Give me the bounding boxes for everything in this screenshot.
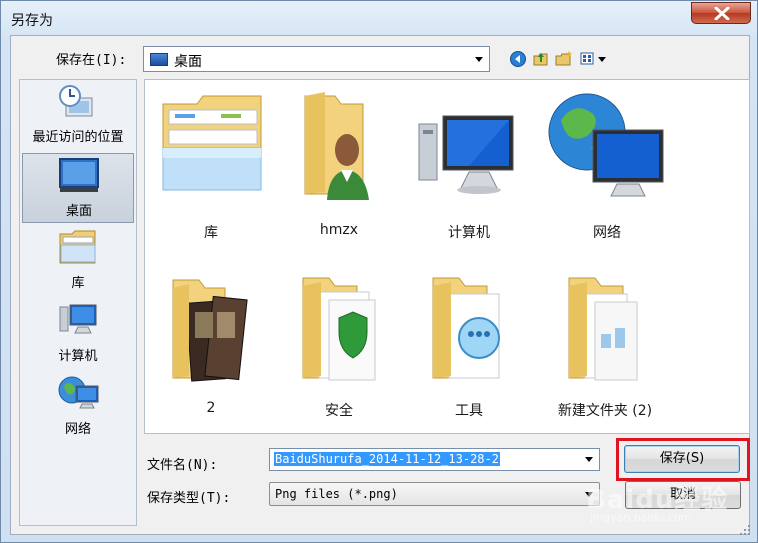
list-item[interactable]: 计算机: [409, 86, 529, 241]
list-item-label: 库: [204, 225, 218, 241]
new-folder-icon[interactable]: [555, 50, 573, 68]
security-folder-icon: [302, 277, 376, 381]
recent-places-icon: [59, 85, 93, 117]
libraries-icon: [59, 230, 96, 264]
tools-folder-icon: [432, 277, 500, 379]
close-button[interactable]: [691, 2, 751, 24]
close-icon: [714, 7, 730, 20]
list-item[interactable]: 库: [151, 86, 271, 241]
file-list: 库 hmzx 计算机 网络 2 安全 工具 新建文件夹 (2): [144, 79, 750, 434]
computer-icon: [418, 115, 514, 194]
sidebar-item-label: 网络: [64, 422, 91, 437]
filetype-value: Png files (*.png): [275, 487, 398, 501]
save-in-dropdown[interactable]: 桌面: [143, 46, 490, 72]
folder-icon: [568, 277, 638, 381]
photo-folder-icon: [172, 279, 248, 382]
network-icon: [548, 93, 664, 197]
computer-icon: [59, 304, 97, 334]
view-menu-icon[interactable]: [579, 50, 609, 68]
save-as-dialog: 另存为 保存在(I): 桌面 最近访问的位置 桌面 库 计算机 网络 库 hmz…: [0, 0, 758, 543]
resize-grip-icon[interactable]: [739, 524, 751, 536]
cancel-button[interactable]: 取消: [625, 481, 741, 509]
list-item-label: 工具: [455, 403, 483, 419]
filename-label: 文件名(N):: [147, 458, 218, 473]
list-item[interactable]: hmzx: [279, 86, 399, 238]
network-icon: [58, 376, 99, 409]
chevron-down-icon[interactable]: [475, 57, 483, 62]
list-item-label: 网络: [593, 225, 621, 241]
sidebar-item-recent[interactable]: 最近访问的位置: [22, 82, 134, 152]
filetype-dropdown[interactable]: Png files (*.png): [269, 482, 600, 506]
list-item-label: 安全: [325, 403, 353, 419]
libraries-icon: [162, 95, 262, 191]
save-in-label: 保存在(I):: [56, 53, 127, 68]
back-icon[interactable]: [509, 50, 527, 68]
list-item-label: 2: [206, 400, 216, 416]
desktop-icon: [59, 158, 99, 192]
save-in-value: 桌面: [174, 54, 202, 70]
list-item-label: 新建文件夹 (2): [557, 403, 653, 419]
list-item[interactable]: 工具: [409, 270, 529, 420]
list-item-label: hmzx: [319, 222, 359, 238]
list-item-label: 计算机: [448, 225, 490, 241]
list-item[interactable]: 新建文件夹 (2): [545, 270, 665, 420]
list-item[interactable]: 安全: [279, 270, 399, 420]
sidebar-item-label: 计算机: [58, 349, 98, 364]
save-button[interactable]: 保存(S): [624, 445, 740, 473]
chevron-down-icon[interactable]: [585, 492, 593, 497]
chevron-down-icon[interactable]: [585, 457, 593, 462]
desktop-icon: [150, 53, 168, 66]
window-title: 另存为: [11, 13, 53, 29]
list-item[interactable]: 网络: [547, 86, 667, 241]
sidebar-item-computer[interactable]: 计算机: [22, 299, 134, 369]
sidebar-item-libraries[interactable]: 库: [22, 226, 134, 296]
sidebar-item-desktop[interactable]: 桌面: [22, 153, 134, 223]
title-bar: 另存为: [1, 1, 757, 35]
sidebar-item-label: 桌面: [65, 204, 92, 219]
sidebar-item-label: 最近访问的位置: [32, 130, 124, 145]
list-item[interactable]: 2: [151, 270, 271, 420]
filename-value[interactable]: BaiduShurufa_2014-11-12_13-28-2: [274, 452, 500, 466]
sidebar-item-network[interactable]: 网络: [22, 372, 134, 442]
filename-field[interactable]: BaiduShurufa_2014-11-12_13-28-2: [269, 448, 600, 471]
sidebar-item-label: 库: [71, 276, 85, 291]
filetype-label: 保存类型(T):: [147, 491, 231, 506]
up-folder-icon[interactable]: [532, 50, 550, 68]
places-sidebar: 最近访问的位置 桌面 库 计算机 网络: [19, 79, 137, 526]
user-folder-icon: [304, 92, 369, 200]
